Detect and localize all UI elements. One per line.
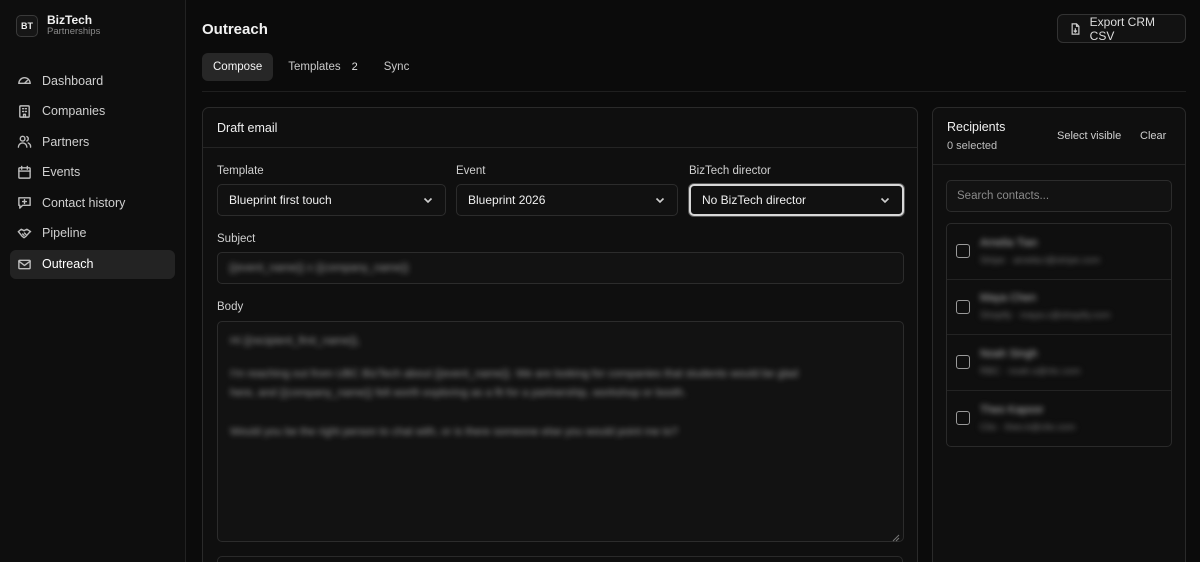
recipient-info: Maya Chen Shopify · maya.c@shopify.com [980, 292, 1110, 321]
body-line: Would you be the right person to chat wi… [230, 426, 678, 438]
file-export-icon [1071, 22, 1080, 35]
calendar-icon [16, 164, 32, 180]
tab-bar: Compose Templates 2 Sync [202, 53, 420, 81]
sidebar-item-label: Pipeline [42, 226, 87, 241]
export-crm-csv-button[interactable]: Export CRM CSV [1057, 14, 1186, 43]
message-icon [16, 195, 32, 211]
director-select-value: No BizTech director [702, 193, 807, 207]
recipients-card: Recipients 0 selected Select visible Cle… [932, 107, 1186, 562]
sidebar-item-label: Dashboard [42, 73, 104, 88]
recipient-checkbox[interactable] [956, 244, 970, 259]
recipients-header: Recipients 0 selected Select visible Cle… [933, 108, 1185, 165]
sidebar-item-label: Outreach [42, 257, 94, 272]
recipients-selected-count: 0 selected [947, 140, 998, 152]
main-content: Outreach Export CRM CSV Compose Template… [186, 0, 1200, 562]
export-button-label: Export CRM CSV [1089, 14, 1155, 43]
sidebar-item-companies[interactable]: Companies [10, 97, 175, 126]
body-content: Hi {{recipient_first_name}}, I'm reachin… [230, 332, 891, 442]
sidebar: BT BizTech Partnerships Dashboard Compan… [0, 0, 186, 562]
recipient-name: Amelia Tian [980, 236, 1038, 249]
template-select-value: Blueprint first touch [229, 193, 332, 207]
recipient-info: Amelia Tian Stripe · amelia.t@stripe.com [980, 237, 1100, 266]
sidebar-nav: Dashboard Companies Partners Events Cont… [10, 66, 175, 279]
users-icon [16, 134, 32, 150]
event-select[interactable]: Blueprint 2026 [456, 184, 678, 216]
recipient-meta: Clio · theo.k@clio.com [980, 421, 1076, 433]
sidebar-item-contact-history[interactable]: Contact history [10, 188, 175, 217]
sidebar-item-pipeline[interactable]: Pipeline [10, 219, 175, 248]
list-item[interactable]: Amelia Tian Stripe · amelia.t@stripe.com [947, 224, 1171, 280]
recipient-info: Noah Singh RBC · noah.s@rbc.com [980, 348, 1080, 377]
recipient-name: Maya Chen [980, 292, 1037, 305]
subject-value: {{event_name}} x {{company_name}} [229, 262, 409, 274]
resize-handle-icon[interactable] [892, 530, 900, 542]
sidebar-item-label: Partners [42, 134, 90, 149]
template-label: Template [217, 165, 264, 177]
recipients-list: Amelia Tian Stripe · amelia.t@stripe.com… [946, 223, 1172, 447]
brand[interactable]: BT BizTech Partnerships [10, 12, 175, 40]
event-select-value: Blueprint 2026 [468, 193, 546, 207]
tab-compose[interactable]: Compose [202, 53, 274, 81]
list-item[interactable]: Theo Kapoor Clio · theo.k@clio.com [947, 391, 1171, 447]
tab-templates[interactable]: Templates 2 [277, 53, 369, 81]
recipient-checkbox[interactable] [956, 299, 970, 314]
recipient-meta: RBC · noah.s@rbc.com [980, 365, 1081, 377]
body-textarea[interactable]: Hi {{recipient_first_name}}, I'm reachin… [217, 321, 904, 542]
clear-button[interactable]: Clear [1140, 130, 1166, 142]
template-select[interactable]: Blueprint first touch [217, 184, 446, 216]
sidebar-item-events[interactable]: Events [10, 158, 175, 187]
recipients-title: Recipients [947, 120, 1006, 134]
tab-sync[interactable]: Sync [373, 53, 421, 81]
mail-icon [16, 256, 32, 272]
tab-label: Templates [288, 61, 341, 73]
recipient-name: Noah Singh [980, 347, 1038, 360]
recipient-meta: Stripe · amelia.t@stripe.com [980, 254, 1100, 266]
select-visible-button[interactable]: Select visible [1057, 130, 1121, 142]
sidebar-item-dashboard[interactable]: Dashboard [10, 66, 175, 95]
sidebar-item-label: Companies [42, 104, 106, 119]
sidebar-item-label: Contact history [42, 195, 126, 210]
director-label: BizTech director [689, 165, 771, 177]
sidebar-item-outreach[interactable]: Outreach [10, 249, 175, 279]
tab-count-badge: 2 [351, 61, 358, 73]
chevron-down-icon [655, 197, 665, 204]
body-line: Hi {{recipient_first_name}}, [230, 335, 361, 347]
tab-label: Compose [213, 61, 263, 73]
recipient-info: Theo Kapoor Clio · theo.k@clio.com [980, 404, 1075, 433]
handshake-icon [16, 225, 32, 241]
list-item[interactable]: Maya Chen Shopify · maya.c@shopify.com [947, 280, 1171, 335]
subject-input[interactable]: {{event_name}} x {{company_name}} [217, 252, 904, 284]
chevron-down-icon [880, 197, 890, 204]
recipient-name: Theo Kapoor [980, 403, 1044, 416]
tab-divider [202, 91, 1186, 92]
dashboard-icon [16, 73, 32, 89]
draft-email-card: Draft email Template Blueprint first tou… [202, 107, 918, 562]
sidebar-item-partners[interactable]: Partners [10, 127, 175, 156]
search-placeholder: Search contacts... [957, 190, 1050, 202]
draft-card-title: Draft email [203, 108, 917, 148]
subject-label: Subject [217, 233, 256, 245]
recipient-meta: Shopify · maya.c@shopify.com [980, 310, 1111, 322]
page-title: Outreach [202, 21, 268, 38]
recipient-checkbox[interactable] [956, 411, 970, 426]
card-footer-field [217, 556, 903, 562]
body-line: I'm reaching out from UBC BizTech about … [230, 368, 799, 380]
recipient-checkbox[interactable] [956, 355, 970, 370]
body-line: here, and {{company_name}} felt worth ex… [230, 387, 687, 399]
director-select[interactable]: No BizTech director [689, 184, 904, 216]
event-label: Event [456, 165, 486, 177]
app-root: BT BizTech Partnerships Dashboard Compan… [0, 0, 1200, 562]
tab-label: Sync [383, 61, 410, 73]
sidebar-item-label: Events [42, 165, 81, 180]
brand-subtitle: Partnerships [47, 26, 101, 38]
list-item[interactable]: Noah Singh RBC · noah.s@rbc.com [947, 335, 1171, 391]
brand-text: BizTech Partnerships [47, 13, 101, 38]
building-icon [16, 103, 32, 119]
search-contacts-input[interactable]: Search contacts... [946, 180, 1172, 212]
brand-logo: BT [16, 15, 38, 37]
body-label: Body [217, 301, 244, 313]
chevron-down-icon [423, 197, 433, 204]
